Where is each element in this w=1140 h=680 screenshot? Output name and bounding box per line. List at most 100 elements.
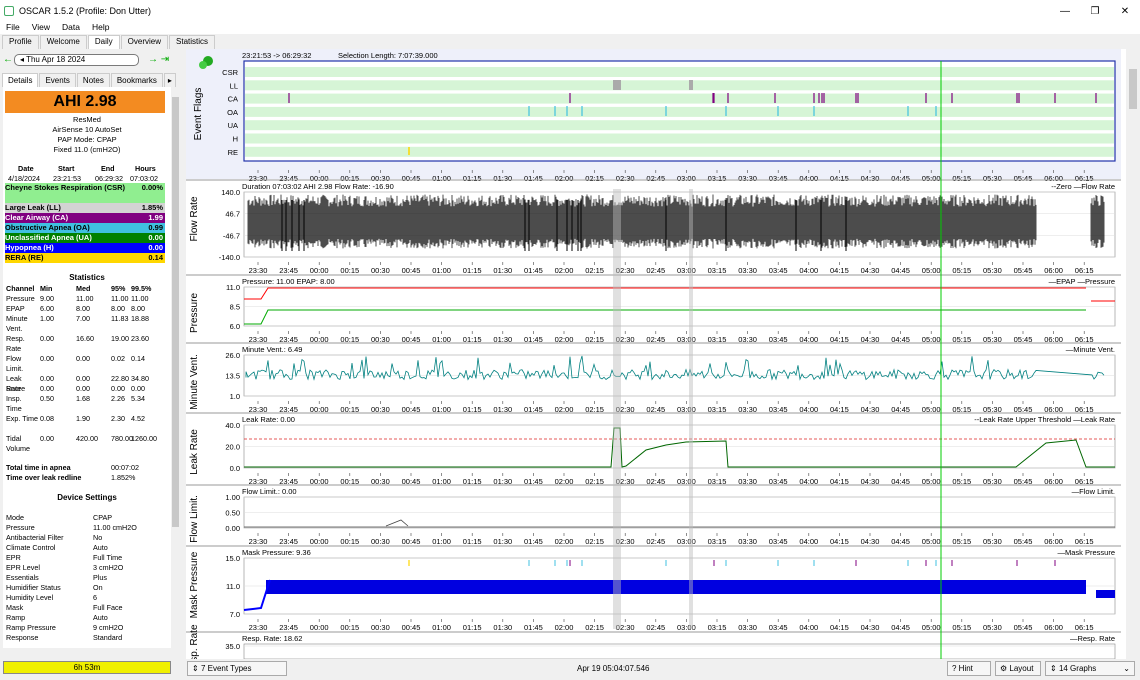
tab-events[interactable]: Events [39,73,76,87]
tab-profile[interactable]: Profile [2,35,39,49]
menu-file[interactable]: File [0,22,26,32]
device-setting-value: Full Time [93,553,123,562]
event-label: RERA (RE) [5,253,44,262]
y-tick-label: 0.50 [225,509,240,518]
flag-row-label: H [233,135,238,144]
graph-label-resp: Resp. Rate [189,624,200,659]
tab-statistics[interactable]: Statistics [169,35,216,49]
session-header-date: Date [18,164,34,173]
menu-help[interactable]: Help [86,22,115,32]
event-row[interactable]: Large Leak (LL) 1.85% [5,203,165,213]
left-scroll-thumb[interactable] [172,97,179,527]
y-tick-label: 35.0 [225,642,240,651]
stat-value: 0.00 [76,354,90,363]
tab-notes[interactable]: Notes [76,73,110,87]
graphs-canvas[interactable]: 23:21:53 -> 06:29:32 Selection Length: 7:… [186,49,1126,675]
flag-row-band [245,80,1114,91]
tab-bookmarks[interactable]: Bookmarks [110,73,163,87]
stats-header: 99.5% [131,284,152,293]
time-tick-label: 05:30 [983,266,1002,275]
device-setting-name: Ramp Pressure [6,623,56,632]
layout-button[interactable]: ⚙ Layout [995,661,1041,676]
time-tick-label: 03:30 [738,174,757,183]
flag-row-band [245,146,1114,157]
event-row[interactable]: Unclassified Apnea (UA) 0.00 [5,233,165,243]
graph-header-maskp: Mask Pressure: 9.36 [242,548,311,557]
time-tick-label: 04:15 [830,174,849,183]
menu-data[interactable]: Data [56,22,86,32]
time-tick-label: 03:15 [708,623,727,632]
graphs-dropdown[interactable]: ⇕ 14 Graphs ⌄ [1045,661,1135,676]
stat-value: 0.08 [40,414,54,423]
event-value: 1.85% [141,203,163,212]
window-title: OSCAR 1.5.2 (Profile: Don Utter) [19,6,152,16]
time-tick-label: 02:45 [646,623,665,632]
tab-daily[interactable]: Daily [87,35,120,50]
minimize-icon[interactable]: — [1050,0,1080,22]
large-leak-shade [613,189,621,629]
stat-value: 0.00 [111,384,125,393]
time-tick-label: 03:45 [769,266,788,275]
time-tick-label: 06:00 [1044,266,1063,275]
stat-channel: Insp. Time [6,394,22,413]
ahi-summary: AHI 2.98 [5,91,165,113]
device-setting-value: CPAP [93,513,113,522]
time-tick-label: 03:45 [769,537,788,546]
session-end: 06:29:32 [95,174,123,183]
tab-welcome[interactable]: Welcome [39,35,87,49]
stat-value: 1.90 [76,414,90,423]
event-types-dropdown[interactable]: ⇕ 7 Event Types [187,661,287,676]
left-scrollbar[interactable] [171,87,180,648]
time-tick-label: 01:45 [524,174,543,183]
time-tick-label: 00:45 [402,623,421,632]
event-row[interactable]: Hypopnea (H) 0.00 [5,243,165,253]
time-tick-label: 23:30 [249,537,268,546]
tab-scroll-right-icon[interactable]: ▸ [163,73,176,87]
last-day-arrow-icon[interactable]: ⇥ [159,54,171,65]
event-row[interactable]: Obstructive Apnea (OA) 0.99 [5,223,165,233]
title-bar: OSCAR 1.5.2 (Profile: Don Utter) — ❐ ✕ [0,0,1140,22]
tab-overview[interactable]: Overview [120,35,169,49]
prev-day-arrow-icon[interactable]: ← [2,54,14,65]
y-tick-label: 6.0 [230,322,240,331]
date-value: Thu Apr 18 2024 [26,54,86,64]
time-tick-label: 03:15 [708,266,727,275]
stat-value: 22.80 [111,374,129,383]
time-tick-label: 01:15 [463,174,482,183]
next-day-arrow-icon[interactable]: → [147,54,159,65]
stat-value: 23.60 [131,334,149,343]
hint-label: Hint [958,664,973,673]
time-tick-label: 05:15 [952,266,971,275]
time-tick-label: 00:45 [402,537,421,546]
stat-value: 4.52 [131,414,145,423]
device-setting-value: 3 cmH2O [93,563,124,572]
time-tick-label: 02:30 [616,174,635,183]
stat-value: 0.50 [40,394,54,403]
tab-details[interactable]: Details [2,73,39,87]
stat-channel: Tidal Volume [6,434,30,453]
layout-label: Layout [1009,664,1034,673]
date-picker[interactable]: ◂ Thu Apr 18 2024 [14,53,139,66]
time-tick-label: 02:15 [585,174,604,183]
time-tick-label: 23:45 [279,266,298,275]
time-tick-label: 04:45 [891,174,910,183]
device-setting-name: Response [6,633,39,642]
time-tick-label: 00:30 [371,266,390,275]
time-tick-label: 04:00 [799,623,818,632]
hint-button[interactable]: ? Hint [947,661,991,676]
event-row[interactable]: Cheyne Stokes Respiration (CSR) 0.00% [5,183,165,203]
selection-length: Selection Length: 7:07:39.000 [338,51,438,60]
time-tick-label: 00:30 [371,537,390,546]
graph-scrollbar[interactable] [1128,49,1138,659]
event-row[interactable]: Clear Airway (CA) 1.99 [5,213,165,223]
stat-value: 0.14 [131,354,145,363]
time-tick-label: 01:00 [432,537,451,546]
close-icon[interactable]: ✕ [1110,0,1140,22]
graph-scroll-thumb[interactable] [1129,69,1137,109]
event-row[interactable]: RERA (RE) 0.14 [5,253,165,263]
graph-label-flow: Flow Rate [189,196,200,241]
time-tick-label: 04:00 [799,537,818,546]
restore-icon[interactable]: ❐ [1080,0,1110,22]
menu-view[interactable]: View [26,22,56,32]
large-leak-shade [689,189,693,629]
